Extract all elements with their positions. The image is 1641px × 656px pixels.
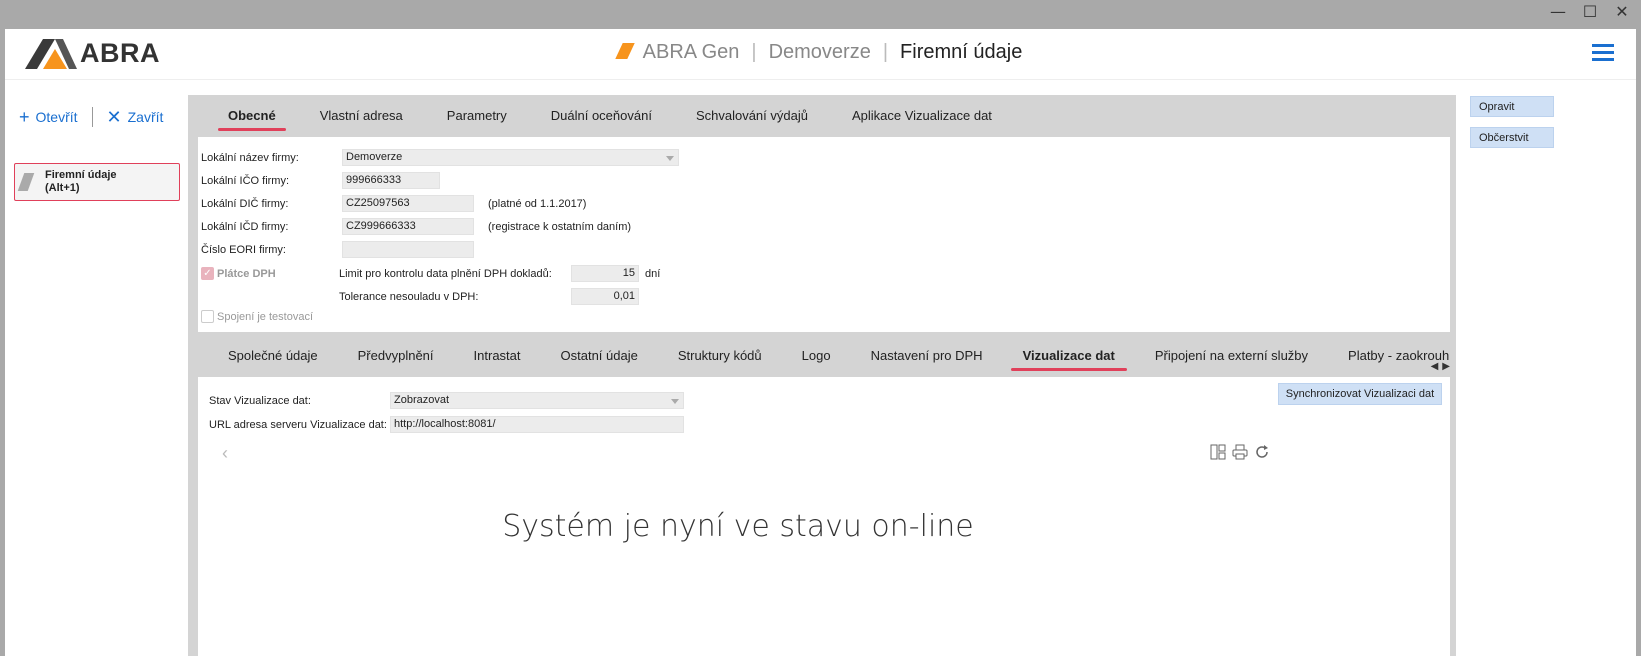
viz-url-field[interactable]: http://localhost:8081/	[390, 416, 684, 433]
test-connection-checkbox[interactable]	[201, 310, 214, 323]
chevron-down-icon	[671, 399, 679, 404]
close-icon: ✕	[106, 107, 122, 127]
dic-note: (platné od 1.1.2017)	[488, 197, 587, 210]
vizualizace-panel: Stav Vizualizace dat: Zobrazovat URL adr…	[198, 377, 1450, 656]
app-body: ABRA ABRA Gen | Demoverze | Firemní údaje + …	[5, 29, 1636, 656]
edit-button[interactable]: Opravit	[1470, 96, 1554, 117]
open-label: Otevřít	[35, 109, 78, 125]
scroll-left-icon[interactable]: ◀	[1431, 361, 1439, 372]
local-name-select[interactable]: Demoverze	[342, 149, 679, 166]
tab-logo[interactable]: Logo	[782, 335, 851, 377]
viz-toolbar	[1210, 444, 1270, 460]
tab-nastaveni-dph[interactable]: Nastavení pro DPH	[851, 335, 1003, 377]
print-icon[interactable]	[1232, 444, 1248, 460]
viz-state-value: Zobrazovat	[394, 394, 450, 406]
tab-vizualizace-dat[interactable]: Vizualizace dat	[1003, 335, 1135, 377]
header-breadcrumb: ABRA Gen | Demoverze | Firemní údaje	[5, 41, 1636, 64]
viz-url-label: URL adresa serveru Vizualizace dat:	[209, 418, 387, 431]
test-connection-label: Spojení je testovací	[217, 310, 314, 323]
maximize-button[interactable]: ☐	[1581, 2, 1599, 21]
tab-predvyplneni[interactable]: Předvyplnění	[338, 335, 454, 377]
viz-state-select[interactable]: Zobrazovat	[390, 392, 684, 409]
tolerance-field[interactable]: 0,01	[571, 288, 639, 305]
database-name: Demoverze	[768, 41, 871, 63]
tab-pripojeni-externi[interactable]: Připojení na externí služby	[1135, 335, 1328, 377]
tab-obecne[interactable]: Obecné	[206, 95, 298, 137]
tab-aplikace-vizualizace[interactable]: Aplikace Vizualizace dat	[830, 95, 1014, 137]
limit-unit: dní	[645, 267, 661, 280]
limit-label: Limit pro kontrolu data plnění DPH dokla…	[339, 267, 552, 280]
ico-label: Lokální IČO firmy:	[201, 174, 290, 187]
tab-schvalovani-vydaju[interactable]: Schvalování výdajů	[674, 95, 830, 137]
page-title: Firemní údaje	[900, 41, 1023, 63]
chevron-down-icon	[666, 156, 674, 161]
minimize-button[interactable]: —	[1549, 2, 1567, 21]
hamburger-menu-icon[interactable]	[1592, 44, 1614, 62]
ico-field[interactable]: 999666333	[342, 172, 440, 189]
tab-parametry[interactable]: Parametry	[425, 95, 529, 137]
sync-visualization-button[interactable]: Synchronizovat Vizualizaci dat	[1278, 383, 1442, 405]
tab-spolecne-udaje[interactable]: Společné údaje	[208, 335, 338, 377]
document-stripe-icon	[17, 173, 35, 191]
refresh-icon[interactable]	[1254, 444, 1270, 460]
close-window-button[interactable]: ✕	[1613, 2, 1631, 21]
top-tabs: Obecné Vlastní adresa Parametry Duální o…	[188, 95, 1456, 137]
tab-intrastat[interactable]: Intrastat	[454, 335, 541, 377]
close-button[interactable]: ✕ Zavřít	[107, 108, 164, 126]
icd-note: (registrace k ostatním daním)	[488, 220, 632, 233]
plus-icon: +	[19, 107, 30, 127]
vat-payer-label: Plátce DPH	[217, 267, 276, 280]
eori-field[interactable]	[342, 241, 474, 258]
tab-scroll-arrows: ◀ ▶	[1431, 361, 1450, 372]
document-tab-label: Firemní údaje (Alt+1)	[45, 169, 117, 194]
refresh-button[interactable]: Občerstvit	[1470, 127, 1554, 148]
bottom-tabs: Společné údaje Předvyplnění Intrastat Os…	[198, 335, 1450, 377]
tolerance-label: Tolerance nesouladu v DPH:	[339, 290, 479, 303]
dic-label: Lokální DIČ firmy:	[201, 197, 289, 210]
tab-vlastni-adresa[interactable]: Vlastní adresa	[298, 95, 425, 137]
icd-field[interactable]: CZ999666333	[342, 218, 474, 235]
general-form: Lokální název firmy: Demoverze Lokální I…	[198, 137, 1450, 332]
product-name: ABRA Gen	[642, 41, 740, 63]
document-actions: + Otevřít ✕ Zavřít	[19, 107, 163, 127]
window-controls: — ☐ ✕	[1549, 2, 1631, 21]
right-action-panel: Opravit Občerstvit	[1460, 95, 1636, 656]
local-name-value: Demoverze	[346, 151, 403, 163]
viz-state-label: Stav Vizualizace dat:	[209, 394, 311, 407]
back-arrow-icon[interactable]: ‹	[222, 443, 228, 464]
icd-label: Lokální IČD firmy:	[201, 220, 289, 233]
close-label: Zavřít	[127, 109, 164, 125]
app-window: — ☐ ✕ ABRA ABRA Gen | Demoverze | Firemní úd…	[0, 0, 1641, 656]
abra-stripe-icon	[614, 43, 635, 59]
tab-ostatni-udaje[interactable]: Ostatní údaje	[541, 335, 658, 377]
app-header: ABRA ABRA Gen | Demoverze | Firemní údaje	[5, 29, 1636, 80]
local-name-label: Lokální název firmy:	[201, 151, 299, 164]
eori-label: Číslo EORI firmy:	[201, 243, 286, 256]
main-content: Obecné Vlastní adresa Parametry Duální o…	[188, 95, 1456, 656]
left-panel: + Otevřít ✕ Zavřít Firemní údaje (Alt+1)	[5, 81, 191, 656]
tab-struktury-kodu[interactable]: Struktury kódů	[658, 335, 782, 377]
limit-field[interactable]: 15	[571, 265, 639, 282]
open-document-tab[interactable]: Firemní údaje (Alt+1)	[14, 163, 180, 201]
dic-field[interactable]: CZ25097563	[342, 195, 474, 212]
tab-dualni-ocenovani[interactable]: Duální oceňování	[529, 95, 674, 137]
scroll-right-icon[interactable]: ▶	[1442, 361, 1450, 372]
open-button[interactable]: + Otevřít	[19, 108, 78, 126]
layout-icon[interactable]	[1210, 444, 1226, 460]
online-status-text: Systém je nyní ve stavu on-line	[502, 509, 974, 544]
vat-payer-checkbox[interactable]: ✓	[201, 267, 214, 280]
